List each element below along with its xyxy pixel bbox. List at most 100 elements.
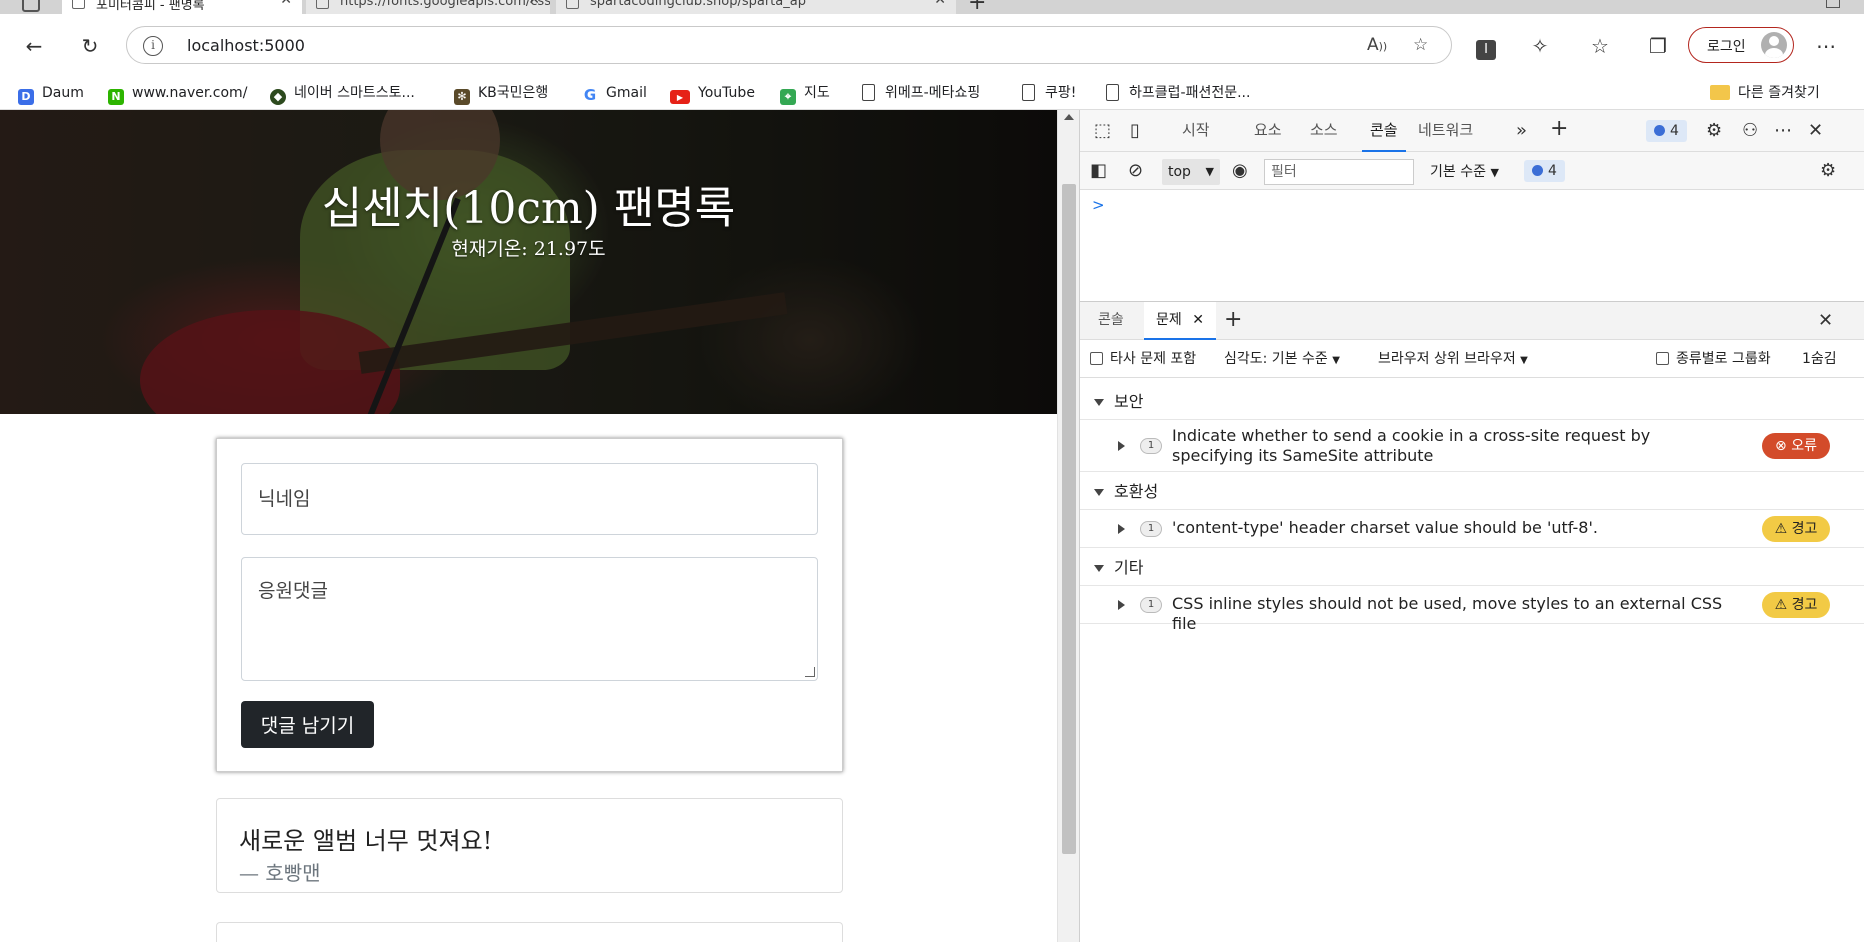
extensions-icon[interactable]: ✧ xyxy=(1526,32,1554,60)
address-bar[interactable]: i localhost:5000 A)) ☆ xyxy=(126,26,1452,64)
collections-icon[interactable]: ❐ xyxy=(1644,32,1672,60)
group-by-kind-checkbox[interactable] xyxy=(1656,352,1669,365)
context-select[interactable]: top xyxy=(1162,159,1220,185)
console-output[interactable]: > xyxy=(1080,190,1864,302)
tab-actions-icon[interactable] xyxy=(22,0,40,12)
add-drawer-tab-icon[interactable]: + xyxy=(1224,309,1242,331)
sidebar-toggle-icon[interactable]: ◧ xyxy=(1090,161,1107,181)
live-expression-eye-icon[interactable]: ◉ xyxy=(1232,161,1248,181)
issue-group-security[interactable]: 보안 xyxy=(1080,384,1864,420)
more-options-icon[interactable]: ⋯ xyxy=(1774,121,1792,141)
device-emulation-icon[interactable]: ▯ xyxy=(1130,121,1140,141)
bookmark-coupang[interactable]: 쿠팡! xyxy=(1022,76,1076,110)
comment-text: 새로운 앨범 너무 멋져요! xyxy=(239,827,493,855)
collapse-triangle-icon xyxy=(1118,524,1125,534)
issues-badge[interactable]: 4 xyxy=(1646,120,1687,142)
issue-item[interactable]: 1 'content-type' header charset value sh… xyxy=(1080,510,1864,548)
collapse-triangle-icon xyxy=(1118,441,1125,451)
bookmark-smartstore[interactable]: ◆ 네이버 스마트스토... xyxy=(270,76,415,110)
customize-icon[interactable]: ⚇ xyxy=(1742,121,1758,141)
bookmark-naver[interactable]: Nwww.naver.com/ xyxy=(108,76,247,110)
clear-console-icon[interactable]: ⊘ xyxy=(1128,161,1143,181)
more-menu-icon[interactable]: ⋯ xyxy=(1812,32,1840,60)
reload-icon[interactable]: ↻ xyxy=(76,32,104,60)
browser-tab[interactable]: spartacodingclub.shop/sparta_ap ✕ xyxy=(556,0,956,14)
more-tabs-icon[interactable]: » xyxy=(1516,121,1527,141)
issue-count: 1 xyxy=(1140,597,1162,613)
login-button[interactable]: 로그인 xyxy=(1688,27,1794,63)
console-filter-bar: ◧ ⊘ top ◉ 필터 기본 수준 ▼ 4 ⚙ xyxy=(1080,152,1864,190)
log-level-select[interactable]: 기본 수준 ▼ xyxy=(1430,159,1499,186)
comment-form: 댓글 남기기 xyxy=(216,438,843,772)
issue-count: 1 xyxy=(1140,521,1162,537)
browser-tab-title: https://fonts.googleapis.com/css xyxy=(340,0,550,9)
close-tab-icon[interactable]: ✕ xyxy=(528,0,540,8)
back-arrow-icon[interactable]: ← xyxy=(20,32,48,60)
close-drawer-tab-icon[interactable]: ✕ xyxy=(1192,312,1204,328)
console-issues-badge[interactable]: 4 xyxy=(1524,160,1565,182)
issue-item[interactable]: 1 CSS inline styles should not be used, … xyxy=(1080,586,1864,633)
site-info-icon[interactable]: i xyxy=(143,36,163,56)
bookmark-gmail[interactable]: G Gmail xyxy=(582,76,647,110)
page-icon xyxy=(72,0,85,9)
close-tab-icon[interactable]: ✕ xyxy=(934,0,946,8)
close-drawer-icon[interactable]: ✕ xyxy=(1818,311,1833,331)
hero-banner: 십센치(10cm) 팬명록 현재기온: 21.97도 xyxy=(0,110,1057,414)
expand-triangle-icon xyxy=(1094,565,1104,572)
issue-group-compatibility[interactable]: 호환성 xyxy=(1080,474,1864,510)
close-devtools-icon[interactable]: ✕ xyxy=(1808,121,1823,141)
scroll-up-icon[interactable] xyxy=(1064,114,1074,120)
severity-warning-badge: ⚠ 경고 xyxy=(1762,516,1830,542)
issue-message: CSS inline styles should not be used, mo… xyxy=(1172,594,1723,633)
bookmark-wemakeprice[interactable]: 위메프-메타쇼핑 xyxy=(862,76,980,110)
tab-elements[interactable]: 요소 xyxy=(1254,110,1282,152)
browser-toolbar: ← ↻ i localhost:5000 A)) ☆ I ✧ ☆ ❐ 로그인 ⋯ xyxy=(0,14,1864,76)
browser-tab-active[interactable]: 포미터콤피 - 팬명록 ✕ xyxy=(62,0,302,14)
console-settings-icon[interactable]: ⚙ xyxy=(1820,161,1836,181)
comment-textarea[interactable] xyxy=(241,557,818,681)
bookmark-halfclub[interactable]: 하프클럽-패션전문... xyxy=(1106,76,1250,110)
doc-icon xyxy=(862,84,875,101)
bookmark-kb[interactable]: ✻ KB국민은행 xyxy=(454,76,548,110)
page-scrollbar[interactable] xyxy=(1057,110,1079,942)
tab-console[interactable]: 콘솔 xyxy=(1362,110,1406,152)
favorites-icon[interactable]: ☆ xyxy=(1586,32,1614,60)
console-filter-input[interactable]: 필터 xyxy=(1264,159,1414,185)
submit-comment-button[interactable]: 댓글 남기기 xyxy=(241,701,374,748)
drawer-tab-console[interactable]: 콘솔 xyxy=(1098,302,1124,340)
third-party-checkbox[interactable] xyxy=(1090,352,1103,365)
browser-select[interactable]: 브라우저 상위 브라우저 ▼ xyxy=(1378,340,1528,380)
new-tab-icon[interactable]: + xyxy=(968,0,986,14)
tab-sources[interactable]: 소스 xyxy=(1310,110,1338,152)
bookmark-daum[interactable]: D Daum xyxy=(18,76,84,110)
hidden-count[interactable]: 1숨김 xyxy=(1802,340,1837,378)
third-party-label: 타사 문제 포함 xyxy=(1110,351,1197,367)
bookmark-maps[interactable]: ⌖ 지도 xyxy=(780,76,830,110)
settings-gear-icon[interactable]: ⚙ xyxy=(1706,121,1722,141)
naver-icon: N xyxy=(108,89,124,105)
other-bookmarks[interactable]: 다른 즐겨찾기 xyxy=(1710,76,1820,110)
inspect-element-icon[interactable]: ⬚ xyxy=(1094,121,1111,141)
add-tab-icon[interactable]: + xyxy=(1550,118,1568,140)
tab-network[interactable]: 네트워크 xyxy=(1418,110,1473,152)
resize-handle-icon[interactable] xyxy=(805,667,815,677)
url-text: localhost:5000 xyxy=(187,36,305,55)
nickname-input[interactable] xyxy=(241,463,818,535)
close-tab-icon[interactable]: ✕ xyxy=(280,0,292,8)
bookmark-youtube[interactable]: ▶ YouTube xyxy=(670,76,755,110)
reader-mode-icon[interactable]: I xyxy=(1472,32,1500,60)
issue-count: 1 xyxy=(1140,438,1162,454)
severity-select[interactable]: 심각도: 기본 수준 ▼ xyxy=(1224,340,1340,380)
login-label: 로그인 xyxy=(1707,39,1746,55)
tab-welcome[interactable]: 시작 xyxy=(1182,110,1210,152)
page-viewport: 십센치(10cm) 팬명록 현재기온: 21.97도 댓글 남기기 새로운 앨범… xyxy=(0,110,1057,942)
restore-window-icon[interactable] xyxy=(1826,0,1840,8)
read-aloud-icon[interactable]: A)) xyxy=(1367,35,1387,55)
add-favorite-icon[interactable]: ☆ xyxy=(1413,35,1428,55)
drawer-tab-issues[interactable]: 문제 ✕ xyxy=(1144,302,1216,340)
scroll-thumb[interactable] xyxy=(1062,184,1076,854)
issue-group-other[interactable]: 기타 xyxy=(1080,550,1864,586)
browser-tab[interactable]: https://fonts.googleapis.com/css ✕ xyxy=(306,0,550,14)
issue-item[interactable]: 1 Indicate whether to send a cookie in a… xyxy=(1080,420,1864,472)
kb-icon: ✻ xyxy=(454,89,470,105)
